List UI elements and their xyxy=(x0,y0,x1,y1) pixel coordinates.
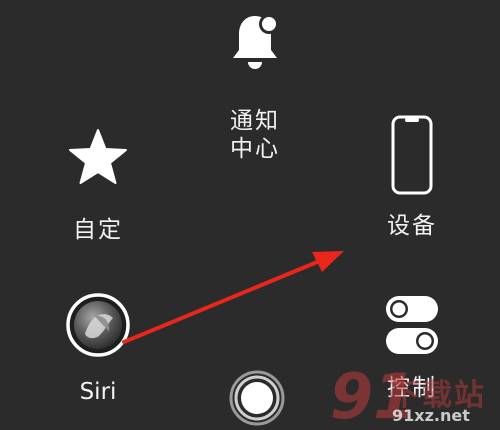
device-button[interactable]: 设备 xyxy=(362,114,462,240)
star-icon xyxy=(68,128,128,186)
siri-button[interactable]: Siri xyxy=(48,292,148,406)
custom-label: 自定 xyxy=(73,217,123,243)
bell-icon xyxy=(223,10,287,74)
custom-button[interactable]: 自定 xyxy=(48,128,148,244)
notification-center-button[interactable]: 通知中心 xyxy=(205,10,305,163)
notification-center-label: 通知中心 xyxy=(230,108,280,162)
siri-icon xyxy=(65,292,131,358)
assistive-touch-menu: 通知中心 自定 设备 Siri 控制 91 下载站 91xz.net xyxy=(0,0,500,430)
siri-label: Siri xyxy=(79,379,117,405)
watermark-url: 91xz.net xyxy=(392,406,470,425)
phone-icon xyxy=(390,114,434,196)
control-center-button[interactable]: 控制 xyxy=(362,292,462,402)
control-center-label: 控制 xyxy=(387,375,437,401)
device-label: 设备 xyxy=(387,213,437,239)
toggle-icon xyxy=(384,292,440,356)
home-button-icon xyxy=(229,370,285,426)
home-button[interactable] xyxy=(229,370,285,426)
